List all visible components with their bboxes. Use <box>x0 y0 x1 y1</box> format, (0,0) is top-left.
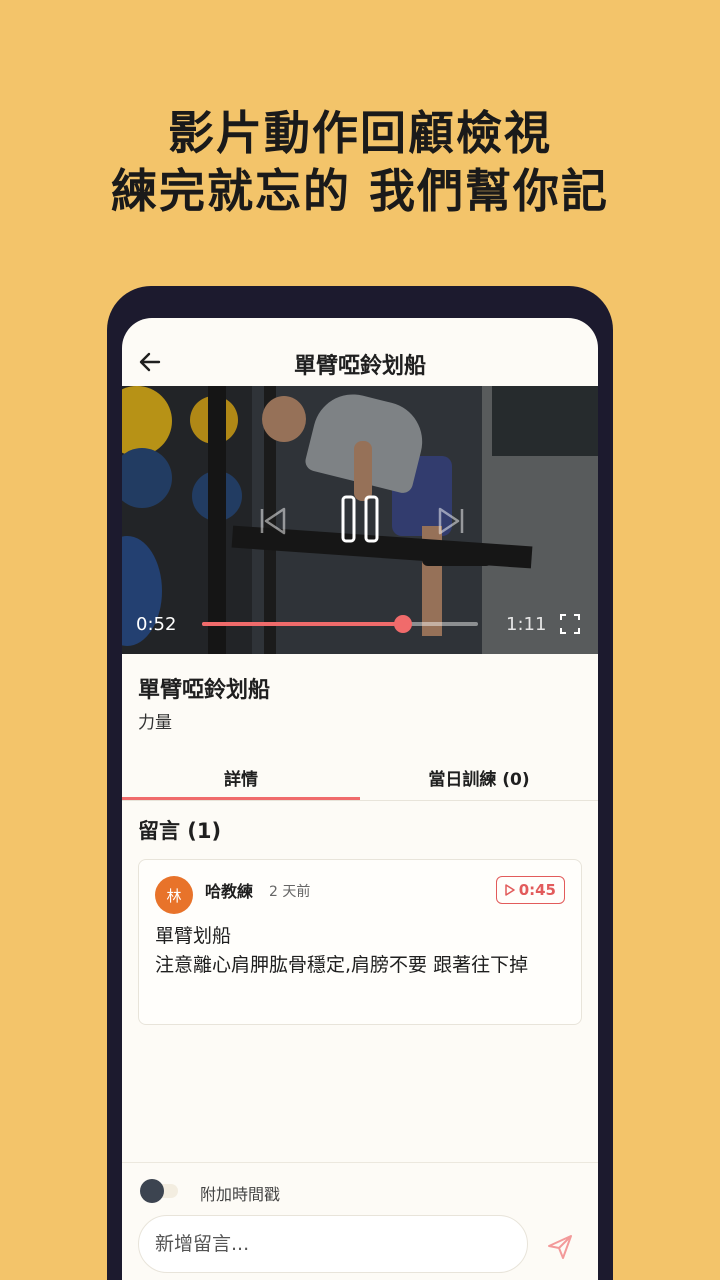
timestamp-label: 0:45 <box>518 881 556 899</box>
comment-input[interactable] <box>138 1215 528 1273</box>
comment-body: 單臂划船 注意離心肩胛肱骨穩定,肩膀不要 跟著往下掉 <box>155 922 567 980</box>
tab-daily-training[interactable]: 當日訓練 (0) <box>360 757 598 800</box>
comment-line: 單臂划船 <box>155 925 232 947</box>
play-icon <box>504 884 515 896</box>
comment-author: 哈教練 <box>205 882 254 901</box>
timestamp-jump-button[interactable]: 0:45 <box>495 876 565 904</box>
promo-headline: 影片動作回顧檢視 練完就忘的 我們幫你記 <box>0 104 720 220</box>
send-icon[interactable] <box>546 1233 574 1261</box>
comments-heading: 留言 (1) <box>138 819 222 843</box>
tab-bar: 詳情 當日訓練 (0) <box>122 757 598 801</box>
seek-bar[interactable] <box>202 615 478 633</box>
current-time: 0:52 <box>136 614 177 635</box>
comment-time-ago: 2 天前 <box>269 884 311 900</box>
promo-line-2: 練完就忘的 我們幫你記 <box>110 164 609 218</box>
app-bar: 單臂啞鈴划船 <box>122 318 598 386</box>
next-icon[interactable] <box>434 504 468 538</box>
comment-card: 林 哈教練 2 天前 0:45 單臂划船 注意離心肩胛肱骨穩定,肩膀不要 跟著往… <box>138 859 582 1025</box>
exercise-info: 單臂啞鈴划船 力量 <box>122 654 598 733</box>
avatar[interactable]: 林 <box>155 876 193 914</box>
toggle-knob <box>140 1179 164 1203</box>
page-title: 單臂啞鈴划船 <box>293 354 426 379</box>
app-screen: 單臂啞鈴划船 0:52 1:11 單臂啞鈴划船 力量 詳情 當日訓練 (0) 留… <box>122 318 598 1280</box>
timestamp-toggle-label: 附加時間戳 <box>200 1185 281 1204</box>
exercise-category: 力量 <box>138 713 172 733</box>
promo-line-1: 影片動作回顧檢視 <box>168 106 552 160</box>
seek-progress <box>202 622 404 626</box>
exercise-name: 單臂啞鈴划船 <box>138 678 271 703</box>
tab-details[interactable]: 詳情 <box>122 757 360 800</box>
comment-composer: 附加時間戳 <box>122 1162 598 1280</box>
pause-icon[interactable] <box>340 494 380 544</box>
total-time: 1:11 <box>506 614 547 635</box>
comment-line: 注意離心肩胛肱骨穩定,肩膀不要 跟著往下掉 <box>155 954 529 976</box>
video-player[interactable]: 0:52 1:11 <box>122 386 598 654</box>
timestamp-toggle[interactable] <box>140 1179 180 1203</box>
previous-icon[interactable] <box>256 504 290 538</box>
fullscreen-icon[interactable] <box>558 612 582 636</box>
